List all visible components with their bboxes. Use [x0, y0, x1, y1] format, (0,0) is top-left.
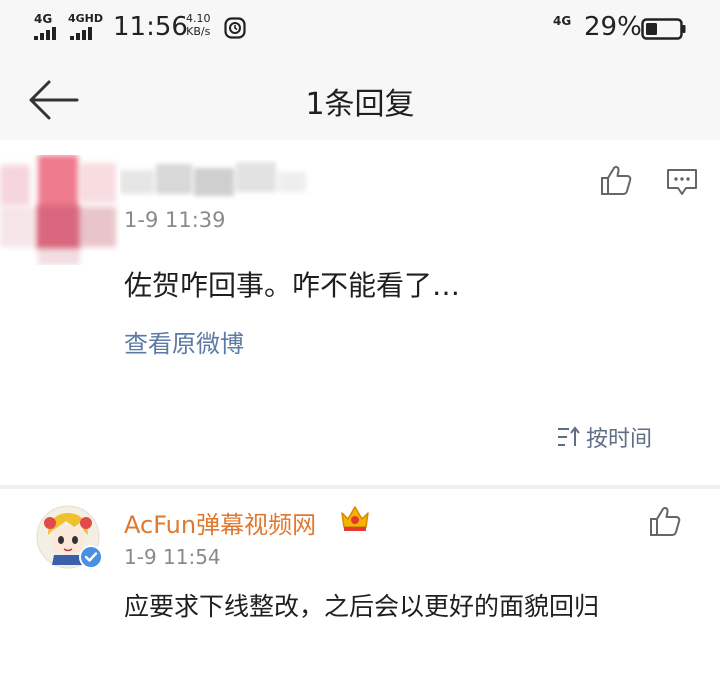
signal-icon-2	[70, 27, 92, 40]
like-icon[interactable]	[648, 505, 682, 537]
sort-by-time-button[interactable]: 按时间	[556, 421, 652, 453]
main-comment: 1-9 11:39 佐贺咋回事。咋不能看了… 查看原微博 按时间	[0, 140, 720, 485]
battery-percent: 29%	[584, 12, 642, 42]
reply-icon[interactable]	[666, 168, 698, 196]
speed-value: 4.10	[186, 12, 211, 25]
view-original-weibo-link[interactable]: 查看原微博	[124, 324, 244, 359]
username-blurred	[120, 162, 306, 196]
comment-timestamp: 1-9 11:39	[124, 208, 226, 232]
sort-label: 按时间	[586, 427, 653, 452]
crown-icon	[341, 506, 369, 531]
reply-timestamp: 1-9 11:54	[124, 545, 221, 569]
avatar	[0, 155, 116, 265]
network-type-2: 4GHD	[68, 12, 104, 25]
verified-icon	[79, 545, 103, 569]
network-speed: 4.10 KB/s	[186, 12, 211, 38]
like-icon[interactable]	[599, 164, 633, 196]
signal-icon	[34, 27, 56, 40]
reply-text: 应要求下线整改，之后会以更好的面貌回归	[124, 592, 600, 621]
battery-icon	[641, 18, 686, 40]
header-bar: 1条回复	[0, 60, 720, 140]
network-type-1: 4G	[34, 12, 53, 26]
reply-username[interactable]: AcFun弹幕视频网	[124, 505, 316, 540]
alarm-icon	[224, 17, 246, 39]
comment-text: 佐贺咋回事。咋不能看了…	[124, 269, 461, 302]
clock: 11:56	[113, 12, 188, 42]
reply-item: AcFun弹幕视频网 1-9 11:54 应要求下线整改，之后会以更好的面貌回归	[0, 489, 720, 687]
status-bar: 4G 4GHD 11:56 4.10 KB/s 4G 29%	[0, 0, 720, 60]
sort-icon	[558, 426, 580, 446]
speed-unit: KB/s	[186, 25, 211, 38]
network-type-right: 4G	[553, 14, 572, 28]
page-title: 1条回复	[305, 87, 415, 122]
